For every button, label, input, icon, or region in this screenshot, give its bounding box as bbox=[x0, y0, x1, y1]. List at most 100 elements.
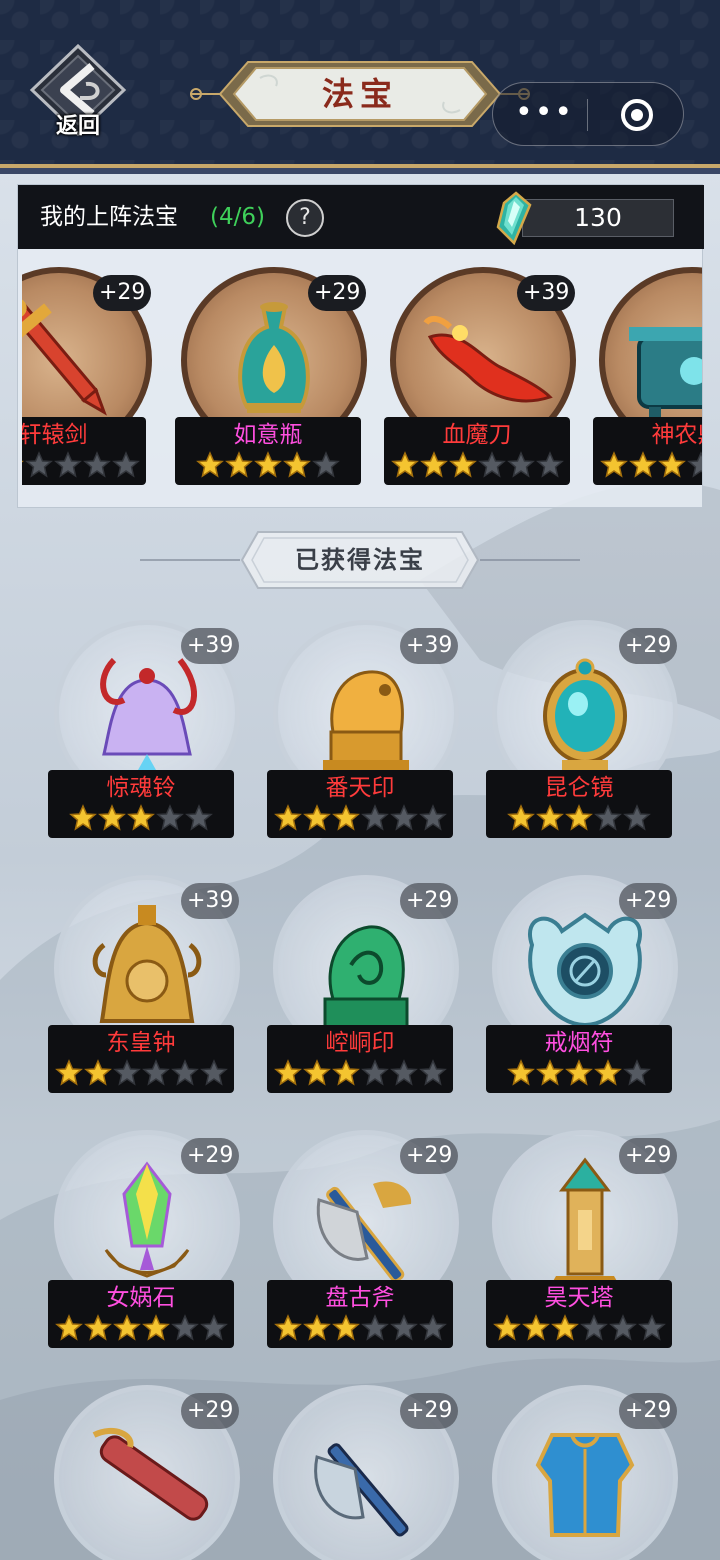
item-name: 轩辕剑 bbox=[22, 422, 88, 448]
owned.items-card[interactable]: +39 番天印 bbox=[267, 620, 459, 844]
owned.items-card[interactable]: +29 盘古斧 bbox=[267, 1130, 459, 1354]
item-name: 如意瓶 bbox=[233, 422, 303, 448]
star-rating bbox=[267, 1314, 453, 1344]
star-empty-icon bbox=[24, 451, 53, 478]
star-empty-icon bbox=[156, 804, 184, 831]
star-empty-icon bbox=[389, 1059, 418, 1086]
item-name: 女娲石 bbox=[106, 1285, 176, 1311]
star-filled-icon bbox=[419, 451, 448, 478]
bonus-badge: +29 bbox=[93, 275, 152, 311]
star-empty-icon bbox=[141, 1059, 170, 1086]
star-empty-icon bbox=[579, 1314, 608, 1341]
owned.items-card[interactable]: +29 昆仑镜 bbox=[486, 620, 678, 844]
star-empty-icon bbox=[623, 1059, 651, 1086]
star-empty-icon bbox=[199, 1059, 228, 1086]
star-filled-icon bbox=[127, 804, 155, 831]
item-name: 昊天塔 bbox=[544, 1285, 614, 1311]
star-rating bbox=[267, 804, 453, 834]
star-empty-icon bbox=[418, 804, 447, 831]
star-rating bbox=[486, 804, 672, 834]
item-name: 崆峒印 bbox=[325, 1030, 395, 1056]
star-empty-icon bbox=[389, 1314, 418, 1341]
owned.items-card[interactable]: +39 惊魂铃 bbox=[48, 620, 240, 844]
miniprogram-capsule: ••• bbox=[492, 82, 684, 146]
name-plate: 女娲石 bbox=[48, 1280, 234, 1348]
star-empty-icon bbox=[360, 1059, 389, 1086]
star-filled-icon bbox=[283, 451, 311, 478]
star-empty-icon bbox=[111, 451, 140, 478]
star-filled-icon bbox=[196, 451, 224, 478]
star-empty-icon bbox=[170, 1314, 199, 1341]
bonus-badge: +39 bbox=[400, 628, 459, 664]
star-filled-icon bbox=[83, 1314, 112, 1341]
star-empty-icon bbox=[637, 1314, 666, 1341]
star-rating bbox=[486, 1314, 672, 1344]
owned.items-card[interactable]: +29 女娲石 bbox=[48, 1130, 240, 1354]
top-header: 返回 法宝 ••• bbox=[0, 0, 720, 174]
star-empty-icon bbox=[418, 1314, 447, 1341]
equipped-count: (4/6) bbox=[210, 204, 265, 230]
owned-section-title: 已获得法宝 bbox=[295, 545, 425, 574]
star-empty-icon bbox=[594, 804, 622, 831]
name-plate: 昊天塔 bbox=[486, 1280, 672, 1348]
close-target-icon[interactable] bbox=[619, 97, 655, 133]
star-filled-icon bbox=[141, 1314, 170, 1341]
name-plate: 东皇钟 bbox=[48, 1025, 234, 1093]
equipped.items-card[interactable]: 神农鼎 bbox=[593, 267, 702, 491]
name-plate: 血魔刀 bbox=[384, 417, 570, 485]
star-empty-icon bbox=[199, 1314, 228, 1341]
page-title: 法宝 bbox=[321, 75, 398, 113]
star-filled-icon bbox=[302, 1314, 331, 1341]
owned.items-card[interactable]: +29 bbox=[54, 1385, 240, 1560]
owned.items-card[interactable]: +29 戒烟符 bbox=[486, 875, 678, 1099]
item-name: 戒烟符 bbox=[544, 1030, 614, 1056]
star-filled-icon bbox=[521, 1314, 550, 1341]
equipped-items-scroller[interactable]: +29 轩辕剑 +29 如意瓶 +39 血魔刀 神农鼎 bbox=[22, 249, 702, 507]
item-name: 神农鼎 bbox=[651, 422, 703, 448]
name-plate: 戒烟符 bbox=[486, 1025, 672, 1093]
star-rating bbox=[48, 804, 234, 834]
owned.items-card[interactable]: +29 bbox=[492, 1385, 678, 1560]
bonus-badge: +39 bbox=[181, 883, 240, 919]
more-menu-button[interactable]: ••• bbox=[515, 83, 572, 147]
star-empty-icon bbox=[82, 451, 111, 478]
item-name: 惊魂铃 bbox=[106, 775, 176, 801]
star-filled-icon bbox=[599, 451, 628, 478]
equipped.items-card[interactable]: +39 血魔刀 bbox=[384, 267, 576, 491]
star-filled-icon bbox=[273, 804, 302, 831]
star-empty-icon bbox=[312, 451, 340, 478]
star-filled-icon bbox=[536, 804, 564, 831]
star-filled-icon bbox=[448, 451, 477, 478]
owned.items-card[interactable]: +29 昊天塔 bbox=[486, 1130, 678, 1354]
star-empty-icon bbox=[686, 451, 702, 478]
star-empty-icon bbox=[608, 1314, 637, 1341]
owned.items-card[interactable]: +29 bbox=[273, 1385, 459, 1560]
name-plate: 如意瓶 bbox=[175, 417, 361, 485]
star-empty-icon bbox=[418, 1059, 447, 1086]
star-filled-icon bbox=[507, 804, 535, 831]
star-filled-icon bbox=[492, 1314, 521, 1341]
owned.items-card[interactable]: +29 崆峒印 bbox=[267, 875, 459, 1099]
star-empty-icon bbox=[112, 1059, 141, 1086]
item-name: 盘古斧 bbox=[325, 1285, 395, 1311]
equipped.items-card[interactable]: +29 如意瓶 bbox=[175, 267, 367, 491]
owned.items-card[interactable]: +39 东皇钟 bbox=[48, 875, 240, 1099]
equipped.items-card[interactable]: +29 轩辕剑 bbox=[22, 267, 152, 491]
star-rating bbox=[175, 451, 361, 481]
star-filled-icon bbox=[565, 804, 593, 831]
gem-icon bbox=[496, 191, 532, 245]
name-plate: 神农鼎 bbox=[593, 417, 702, 485]
help-button[interactable]: ? bbox=[286, 199, 324, 237]
name-plate: 轩辕剑 bbox=[22, 417, 146, 485]
star-filled-icon bbox=[54, 1059, 83, 1086]
star-filled-icon bbox=[657, 451, 686, 478]
bonus-badge: +29 bbox=[619, 1138, 678, 1174]
star-filled-icon bbox=[331, 1314, 360, 1341]
bonus-badge: +29 bbox=[308, 275, 367, 311]
star-empty-icon bbox=[389, 804, 418, 831]
star-filled-icon bbox=[225, 451, 253, 478]
equipped-header-bar: 我的上阵法宝 (4/6) ? 130 bbox=[18, 185, 704, 249]
bonus-badge: +29 bbox=[619, 1393, 678, 1429]
back-button[interactable]: 返回 bbox=[28, 43, 128, 140]
equipped-panel: 我的上阵法宝 (4/6) ? 130 +29 轩辕剑 +29 如意瓶 +39 血魔刀 神农鼎 bbox=[17, 184, 704, 508]
